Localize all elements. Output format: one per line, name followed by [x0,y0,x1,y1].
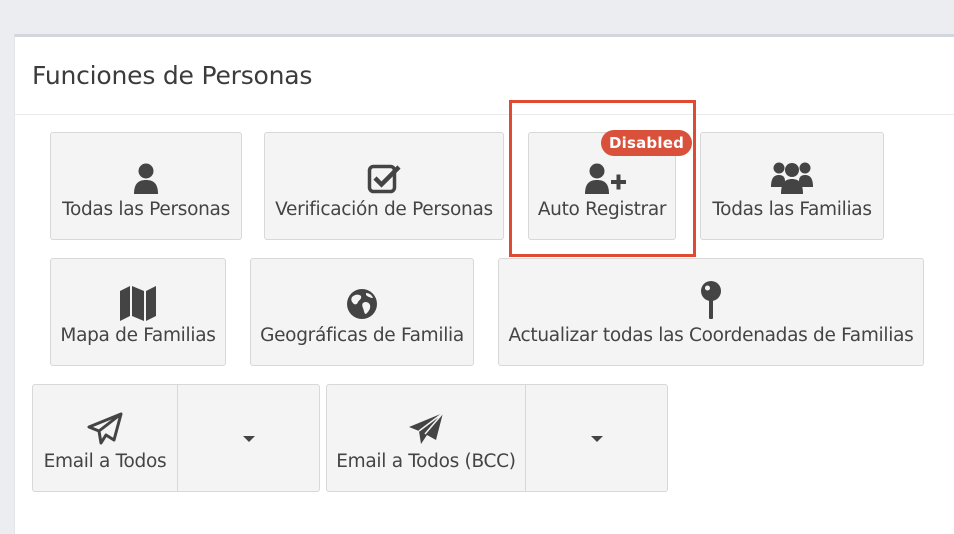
all-families-button[interactable]: Todas las Familias [700,132,884,240]
all-families-label: Todas las Familias [712,199,872,220]
email-all-button[interactable]: Email a Todos [33,385,177,491]
map-pin-icon [499,281,923,319]
family-geo-label: Geográficas de Familia [260,325,464,346]
globe-icon [251,286,473,322]
family-map-label: Mapa de Familias [60,325,216,346]
disabled-badge: Disabled [601,130,692,156]
paper-plane-outline-icon [33,411,177,447]
email-all-dropdown-toggle[interactable] [178,385,319,491]
verify-people-button[interactable]: Verificación de Personas [264,132,504,240]
all-people-button[interactable]: Todas las Personas [50,132,242,240]
email-all-bcc-label: Email a Todos (BCC) [336,451,516,472]
user-icon [51,161,241,197]
family-map-button[interactable]: Mapa de Familias [50,258,226,366]
email-all-label: Email a Todos [43,451,167,472]
panel-header: Funciones de Personas [15,37,954,115]
email-all-bcc-dropdown-toggle[interactable] [526,385,667,491]
email-all-bcc-button[interactable]: Email a Todos (BCC) [327,385,525,491]
map-icon [51,285,225,321]
update-coordinates-label: Actualizar todas las Coordenadas de Fami… [508,325,914,346]
caret-down-icon [591,436,603,442]
update-coordinates-button[interactable]: Actualizar todas las Coordenadas de Fami… [498,258,924,366]
self-register-label: Auto Registrar [537,199,667,220]
verify-people-label: Verificación de Personas [275,199,493,220]
panel-title: Funciones de Personas [32,61,313,90]
caret-down-icon [243,436,255,442]
all-people-label: Todas las Personas [62,199,230,220]
paper-plane-icon [327,411,525,447]
users-icon [701,159,883,195]
email-all-split-button: Email a Todos [32,384,320,492]
family-geo-button[interactable]: Geográficas de Familia [250,258,474,366]
user-plus-icon [535,161,675,197]
email-all-bcc-split-button: Email a Todos (BCC) [326,384,668,492]
check-square-icon [265,160,503,196]
